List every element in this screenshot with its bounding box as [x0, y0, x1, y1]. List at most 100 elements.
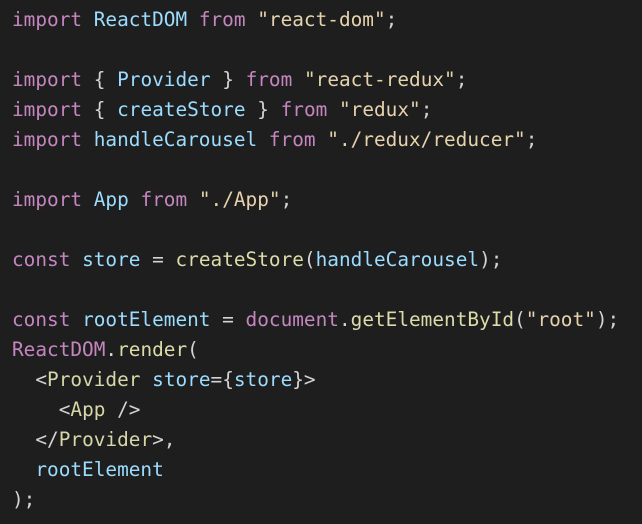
code-token-func: createStore [175, 248, 304, 271]
code-token-keyword: from [140, 188, 188, 211]
code-token-string: "root" [525, 308, 596, 331]
code-token-punct: = [222, 308, 234, 331]
code-token-string: "redux" [338, 98, 421, 121]
code-token-keyword: from [245, 68, 293, 91]
code-editor[interactable]: import ReactDOM from "react-dom"; import … [0, 0, 642, 524]
code-token-punct: < [58, 398, 71, 421]
code-token-string: "./App" [198, 188, 281, 211]
code-token-punct: } [257, 98, 269, 121]
code-token-ident: createStore [117, 98, 246, 121]
code-line[interactable]: import handleCarousel from "./redux/redu… [12, 125, 642, 155]
code-token-punct: < [35, 368, 48, 391]
code-token-attr: store [152, 368, 211, 391]
code-token-punct: /> [117, 398, 141, 421]
code-token-func: render [117, 338, 188, 361]
code-line[interactable]: <App /> [12, 395, 642, 425]
code-token-punct: ); [479, 248, 503, 271]
code-token-tag: Provider [58, 428, 153, 451]
code-token-punct: }> [292, 368, 316, 391]
code-line[interactable]: import ReactDOM from "react-dom"; [12, 5, 642, 35]
code-token-builtin: ReactDOM [12, 338, 106, 361]
code-line[interactable] [12, 275, 642, 305]
code-token-punct: . [105, 338, 118, 361]
code-token-indent [12, 428, 35, 451]
code-token-punct: </ [35, 428, 59, 451]
code-token-tag: App [70, 398, 106, 421]
code-line[interactable]: import App from "./App"; [12, 185, 642, 215]
code-token-ident: handleCarousel [315, 248, 480, 271]
code-token-punct: ; [525, 128, 538, 151]
code-token-punct: ( [514, 308, 526, 331]
code-token-tag: Provider [47, 368, 141, 391]
code-token-keyword: from [198, 8, 246, 31]
code-line[interactable]: import { Provider } from "react-redux"; [12, 65, 642, 95]
code-token-punct: ); [595, 308, 620, 331]
code-line[interactable]: const store = createStore(handleCarousel… [12, 245, 642, 275]
code-line[interactable]: ReactDOM.render( [12, 335, 642, 365]
code-token-punct: { [93, 68, 106, 91]
code-token-punct: ; [280, 188, 293, 211]
code-line[interactable]: <Provider store={store}> [12, 365, 642, 395]
code-token-func: getElementById [350, 308, 515, 331]
code-token-punct: >, [152, 428, 176, 451]
code-token-string: "react-dom" [257, 8, 386, 31]
code-token-keyword: import [12, 68, 83, 91]
code-token-keyword: import [12, 128, 83, 151]
code-line[interactable]: import { createStore } from "redux"; [12, 95, 642, 125]
code-token-punct: } [222, 68, 234, 91]
code-line[interactable] [12, 35, 642, 65]
code-token-punct: ); [12, 488, 36, 511]
code-token-punct: ; [455, 68, 468, 91]
code-line[interactable]: rootElement [12, 455, 642, 485]
code-token-indent [12, 368, 35, 391]
code-token-keyword: import [12, 188, 83, 211]
code-token-punct: { [93, 98, 106, 121]
code-line[interactable]: </Provider>, [12, 425, 642, 455]
code-token-indent [12, 458, 35, 481]
code-token-keyword: from [268, 128, 316, 151]
code-token-keyword: import [12, 8, 83, 31]
code-token-punct: . [338, 308, 351, 331]
code-token-punct: ; [420, 98, 433, 121]
code-line[interactable] [12, 215, 642, 245]
code-token-keyword: const [12, 248, 71, 271]
code-token-string: "react-redux" [303, 68, 456, 91]
code-line[interactable] [12, 155, 642, 185]
code-token-keyword: from [280, 98, 328, 121]
code-token-builtin: document [245, 308, 339, 331]
code-token-string: "./redux/reducer" [327, 128, 526, 151]
code-line[interactable]: ); [12, 485, 642, 515]
code-token-punct: = [152, 248, 164, 271]
code-token-punct: ( [303, 248, 316, 271]
code-line[interactable]: const rootElement = document.getElementB… [12, 305, 642, 335]
code-token-punct: ; [385, 8, 398, 31]
code-token-indent [12, 398, 59, 421]
code-token-ident: App [93, 188, 129, 211]
code-token-punct: ={ [210, 368, 234, 391]
code-token-ident: store [82, 248, 141, 271]
code-token-ident: rootElement [35, 458, 164, 481]
code-token-ident: Provider [117, 68, 211, 91]
code-token-ident: store [233, 368, 293, 391]
